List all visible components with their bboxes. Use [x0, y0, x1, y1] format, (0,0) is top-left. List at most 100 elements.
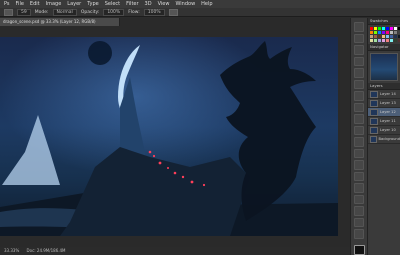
swatch[interactable] — [386, 39, 389, 42]
menu-file[interactable]: File — [16, 1, 24, 7]
quick-select-tool-icon[interactable] — [354, 56, 364, 66]
swatch[interactable] — [374, 35, 377, 38]
foreground-color-swatch[interactable] — [353, 244, 365, 255]
marquee-tool-icon[interactable] — [354, 33, 364, 43]
layers-panel-title[interactable]: Layers — [368, 83, 400, 90]
menu-select[interactable]: Select — [105, 1, 120, 7]
menu-view[interactable]: View — [158, 1, 170, 7]
layer-row[interactable]: Layer 11 — [368, 117, 400, 126]
history-brush-tool-icon[interactable] — [354, 125, 364, 135]
brush-tool-icon[interactable] — [354, 102, 364, 112]
clone-stamp-tool-icon[interactable] — [354, 114, 364, 124]
swatch[interactable] — [378, 39, 381, 42]
zoom-tool-icon[interactable] — [354, 229, 364, 239]
swatch[interactable] — [374, 31, 377, 34]
tools-panel — [350, 18, 368, 255]
flow-field[interactable]: 100% — [143, 8, 165, 16]
swatch[interactable] — [394, 35, 397, 38]
status-zoom: 33.33% — [4, 248, 20, 253]
layer-thumbnail — [370, 108, 378, 116]
layer-row[interactable]: Layer 13 — [368, 99, 400, 108]
lava-light — [202, 183, 206, 187]
shape-tool-icon[interactable] — [354, 206, 364, 216]
navigator-panel-title[interactable]: Navigator — [368, 44, 400, 51]
layer-name: Layer 14 — [380, 92, 396, 96]
swatch[interactable] — [382, 35, 385, 38]
path-select-tool-icon[interactable] — [354, 194, 364, 204]
swatch[interactable] — [394, 31, 397, 34]
brush-preset-picker[interactable] — [4, 8, 13, 16]
swatch[interactable] — [382, 27, 385, 30]
hand-tool-icon[interactable] — [354, 217, 364, 227]
menu-image[interactable]: Image — [46, 1, 62, 7]
navigator-thumbnail[interactable] — [370, 53, 398, 81]
layer-row[interactable]: Layer 12 — [368, 108, 400, 117]
swatch[interactable] — [382, 31, 385, 34]
menu-app-logo[interactable]: Ps — [4, 1, 10, 7]
menu-type[interactable]: Type — [87, 1, 98, 7]
dark-cloud — [88, 41, 112, 65]
swatch[interactable] — [378, 35, 381, 38]
pen-tool-icon[interactable] — [354, 171, 364, 181]
swatch[interactable] — [394, 39, 397, 42]
canvas[interactable] — [0, 37, 338, 236]
opacity-label: Opacity: — [80, 9, 100, 15]
type-tool-icon[interactable] — [354, 183, 364, 193]
lasso-tool-icon[interactable] — [354, 45, 364, 55]
swatch[interactable] — [386, 35, 389, 38]
airbrush-toggle[interactable] — [168, 8, 178, 16]
swatch[interactable] — [374, 27, 377, 30]
lava-light — [158, 161, 162, 165]
swatch[interactable] — [370, 27, 373, 30]
mode-label: Mode: — [34, 9, 49, 15]
brush-size-field[interactable]: 59 — [17, 8, 31, 16]
layer-thumbnail — [370, 90, 378, 98]
layer-thumbnail — [370, 117, 378, 125]
swatch[interactable] — [370, 31, 373, 34]
swatches-panel-title[interactable]: Swatches — [368, 18, 400, 25]
right-panels: Swatches Navigator Layers Layer 14 Layer … — [368, 18, 400, 255]
swatch[interactable] — [374, 39, 377, 42]
eraser-tool-icon[interactable] — [354, 137, 364, 147]
layer-name: Background — [378, 137, 400, 141]
gradient-tool-icon[interactable] — [354, 148, 364, 158]
layer-row[interactable]: Layer 14 — [368, 90, 400, 99]
menu-help[interactable]: Help — [201, 1, 212, 7]
menu-window[interactable]: Window — [175, 1, 195, 7]
eyedropper-tool-icon[interactable] — [354, 79, 364, 89]
swatch[interactable] — [390, 31, 393, 34]
menu-filter[interactable]: Filter — [126, 1, 138, 7]
swatch[interactable] — [390, 39, 393, 42]
lava-light — [148, 150, 152, 154]
swatch[interactable] — [386, 31, 389, 34]
menu-layer[interactable]: Layer — [67, 1, 81, 7]
layer-row[interactable]: Layer 10 — [368, 126, 400, 135]
swatch[interactable] — [378, 27, 381, 30]
crop-tool-icon[interactable] — [354, 68, 364, 78]
swatch[interactable] — [370, 39, 373, 42]
layer-row[interactable]: Background — [368, 135, 400, 144]
mode-select[interactable]: Normal — [52, 8, 77, 16]
swatch[interactable] — [386, 27, 389, 30]
healing-tool-icon[interactable] — [354, 91, 364, 101]
move-tool-icon[interactable] — [354, 22, 364, 32]
swatch[interactable] — [390, 35, 393, 38]
swatch[interactable] — [378, 31, 381, 34]
swatch[interactable] — [394, 27, 397, 30]
artwork — [0, 37, 338, 236]
document-tab[interactable]: dragon_scene.psd @ 33.3% (Layer 12, RGB/… — [0, 18, 120, 26]
layer-name: Layer 12 — [380, 110, 396, 114]
swatch[interactable] — [382, 39, 385, 42]
lava-light — [167, 167, 169, 169]
layer-name: Layer 10 — [380, 128, 396, 132]
swatches-grid[interactable] — [368, 25, 400, 44]
swatch[interactable] — [370, 35, 373, 38]
opacity-field[interactable]: 100% — [103, 8, 125, 16]
layers-list[interactable]: Layer 14 Layer 13 Layer 12 Layer 11 Layer 10… — [368, 90, 400, 144]
dodge-tool-icon[interactable] — [354, 160, 364, 170]
flow-label: Flow: — [128, 9, 140, 15]
status-doc-size: Doc: 24.9M/186.4M — [26, 248, 66, 253]
swatch[interactable] — [390, 27, 393, 30]
menu-3d[interactable]: 3D — [145, 1, 152, 7]
menu-edit[interactable]: Edit — [30, 1, 40, 7]
